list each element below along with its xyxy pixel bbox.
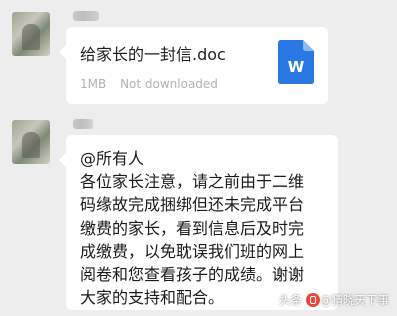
word-icon-letter: W <box>288 58 305 76</box>
toutiao-logo-icon <box>306 293 320 307</box>
file-size: 1MB <box>80 77 107 91</box>
word-document-icon: W <box>278 40 314 84</box>
sender-avatar[interactable] <box>12 12 50 56</box>
file-name: 给家长的一封信.doc <box>80 45 226 64</box>
sender-avatar[interactable] <box>12 120 50 164</box>
file-download-status: Not downloaded <box>120 77 218 91</box>
sender-name-blurred <box>73 11 99 21</box>
sender-name-blurred <box>73 119 93 129</box>
text-message-bubble[interactable]: @所有人 各位家长注意，请之前由于二维 码缘故完成捆绑但还未完成平台 缴费的家长… <box>59 135 338 310</box>
watermark: 头条 @猜晓天下事 <box>279 292 389 308</box>
watermark-account: @猜晓天下事 <box>320 293 389 307</box>
file-meta: 1MB Not downloaded <box>80 77 218 91</box>
file-message-bubble[interactable]: 给家长的一封信.doc 1MB Not downloaded W <box>59 27 328 104</box>
message-text: @所有人 各位家长注意，请之前由于二维 码缘故完成捆绑但还未完成平台 缴费的家长… <box>80 149 305 308</box>
watermark-prefix: 头条 <box>279 293 302 307</box>
